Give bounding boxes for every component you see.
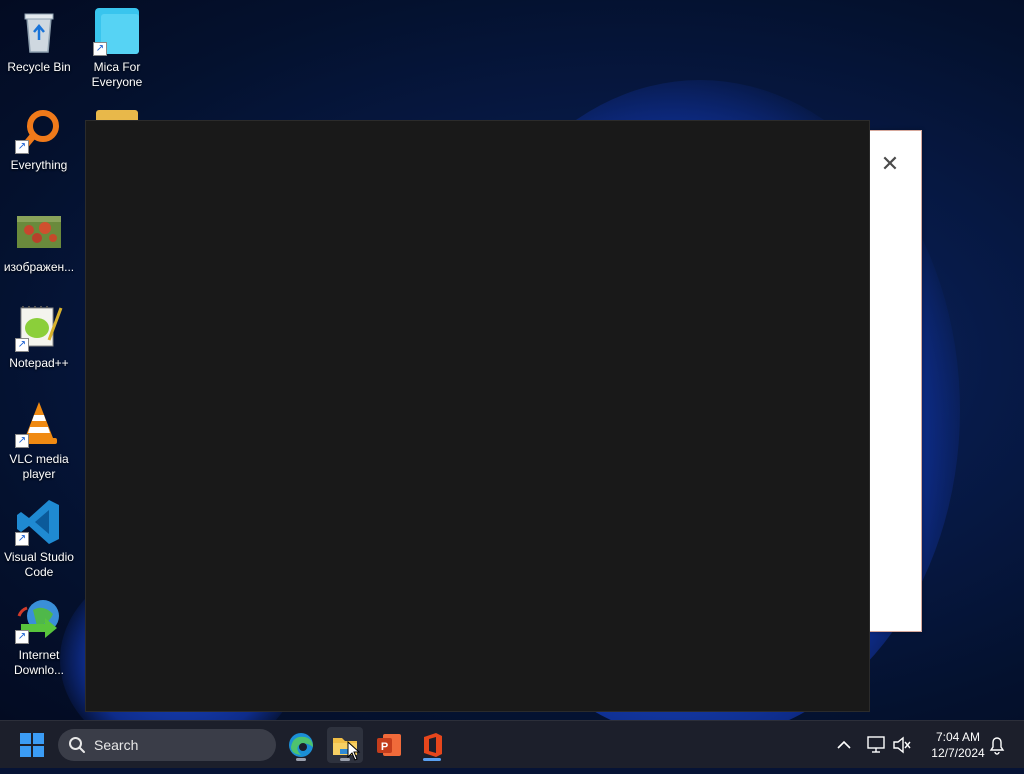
- network-status-button[interactable]: [864, 721, 888, 769]
- volume-button[interactable]: [890, 721, 914, 769]
- windows-logo-tile: [20, 733, 31, 744]
- vscode-icon: ↗: [15, 498, 63, 546]
- taskbar-app-file-explorer[interactable]: [327, 727, 363, 763]
- taskbar-search-box[interactable]: Search: [58, 729, 276, 761]
- shortcut-arrow-icon: ↗: [15, 630, 29, 644]
- windows-logo-tile: [33, 733, 44, 744]
- desktop-icon-label: VLC media player: [9, 452, 69, 481]
- bell-icon: [989, 737, 1005, 755]
- taskbar-app-edge[interactable]: [283, 727, 319, 763]
- shortcut-arrow-icon: ↗: [15, 140, 29, 154]
- search-placeholder: Search: [94, 737, 139, 753]
- taskbar-app-office[interactable]: [414, 727, 450, 763]
- dark-app-window[interactable]: [85, 120, 870, 712]
- vlc-icon: ↗: [15, 400, 63, 448]
- recycle-bin-icon: [15, 8, 63, 56]
- desktop-icon-everything[interactable]: ↗ Everything: [0, 106, 78, 173]
- windows-logo-tile: [33, 746, 44, 757]
- taskbar: Search P 7:04 AM 12/7/2024: [0, 720, 1024, 768]
- desktop-icon-notepadpp[interactable]: ↗ Notepad++: [0, 304, 78, 371]
- desktop-icon-internet-download-manager[interactable]: ↗ Internet Downlo...: [0, 596, 78, 678]
- desktop-icon-mica-for-everyone[interactable]: ↗ Mica For Everyone: [78, 8, 156, 90]
- running-indicator: [423, 758, 441, 761]
- powerpoint-icon: P: [377, 734, 401, 756]
- desktop-icon-label: изображен...: [3, 260, 75, 274]
- svg-text:P: P: [381, 741, 388, 753]
- search-icon: [69, 737, 85, 753]
- chevron-up-icon: [837, 740, 851, 749]
- desktop-icon-image-file[interactable]: изображен...: [0, 208, 78, 275]
- running-indicator: [296, 758, 306, 761]
- shortcut-arrow-icon: ↗: [15, 532, 29, 546]
- everything-search-icon: ↗: [15, 106, 63, 154]
- running-indicator: [340, 758, 350, 761]
- idm-icon: ↗: [15, 596, 63, 644]
- desktop-icon-recycle-bin[interactable]: Recycle Bin: [0, 8, 78, 75]
- desktop-icon-label: Visual Studio Code: [4, 550, 74, 579]
- shortcut-arrow-icon: ↗: [15, 338, 29, 352]
- desktop-icon-label: Everything: [10, 158, 68, 172]
- dialog-close-button[interactable]: ✕: [878, 152, 902, 176]
- mica-app-icon: ↗: [93, 8, 141, 56]
- desktop-icon-vscode[interactable]: ↗ Visual Studio Code: [0, 498, 78, 580]
- desktop: Recycle Bin ↗ Mica For Everyone ↗ Everyt…: [0, 0, 1024, 720]
- desktop-icon-label: Recycle Bin: [7, 60, 71, 74]
- image-file-icon: [15, 208, 63, 256]
- taskbar-app-powerpoint[interactable]: P: [371, 727, 407, 763]
- network-monitor-icon: [867, 736, 885, 753]
- start-button[interactable]: [20, 733, 44, 757]
- desktop-icon-label: Mica For Everyone: [91, 60, 143, 89]
- background-dialog: [862, 130, 922, 632]
- desktop-icon-vlc[interactable]: ↗ VLC media player: [0, 400, 78, 482]
- desktop-icon-label: Notepad++: [9, 356, 69, 370]
- volume-muted-icon: [893, 736, 911, 754]
- windows-logo-tile: [20, 746, 31, 757]
- desktop-icon-label: Internet Downlo...: [13, 648, 65, 677]
- notifications-button[interactable]: [986, 721, 1008, 769]
- shortcut-arrow-icon: ↗: [93, 42, 107, 56]
- notepadpp-icon: ↗: [15, 304, 63, 352]
- show-hidden-icons-button[interactable]: [834, 721, 854, 769]
- shortcut-arrow-icon: ↗: [15, 434, 29, 448]
